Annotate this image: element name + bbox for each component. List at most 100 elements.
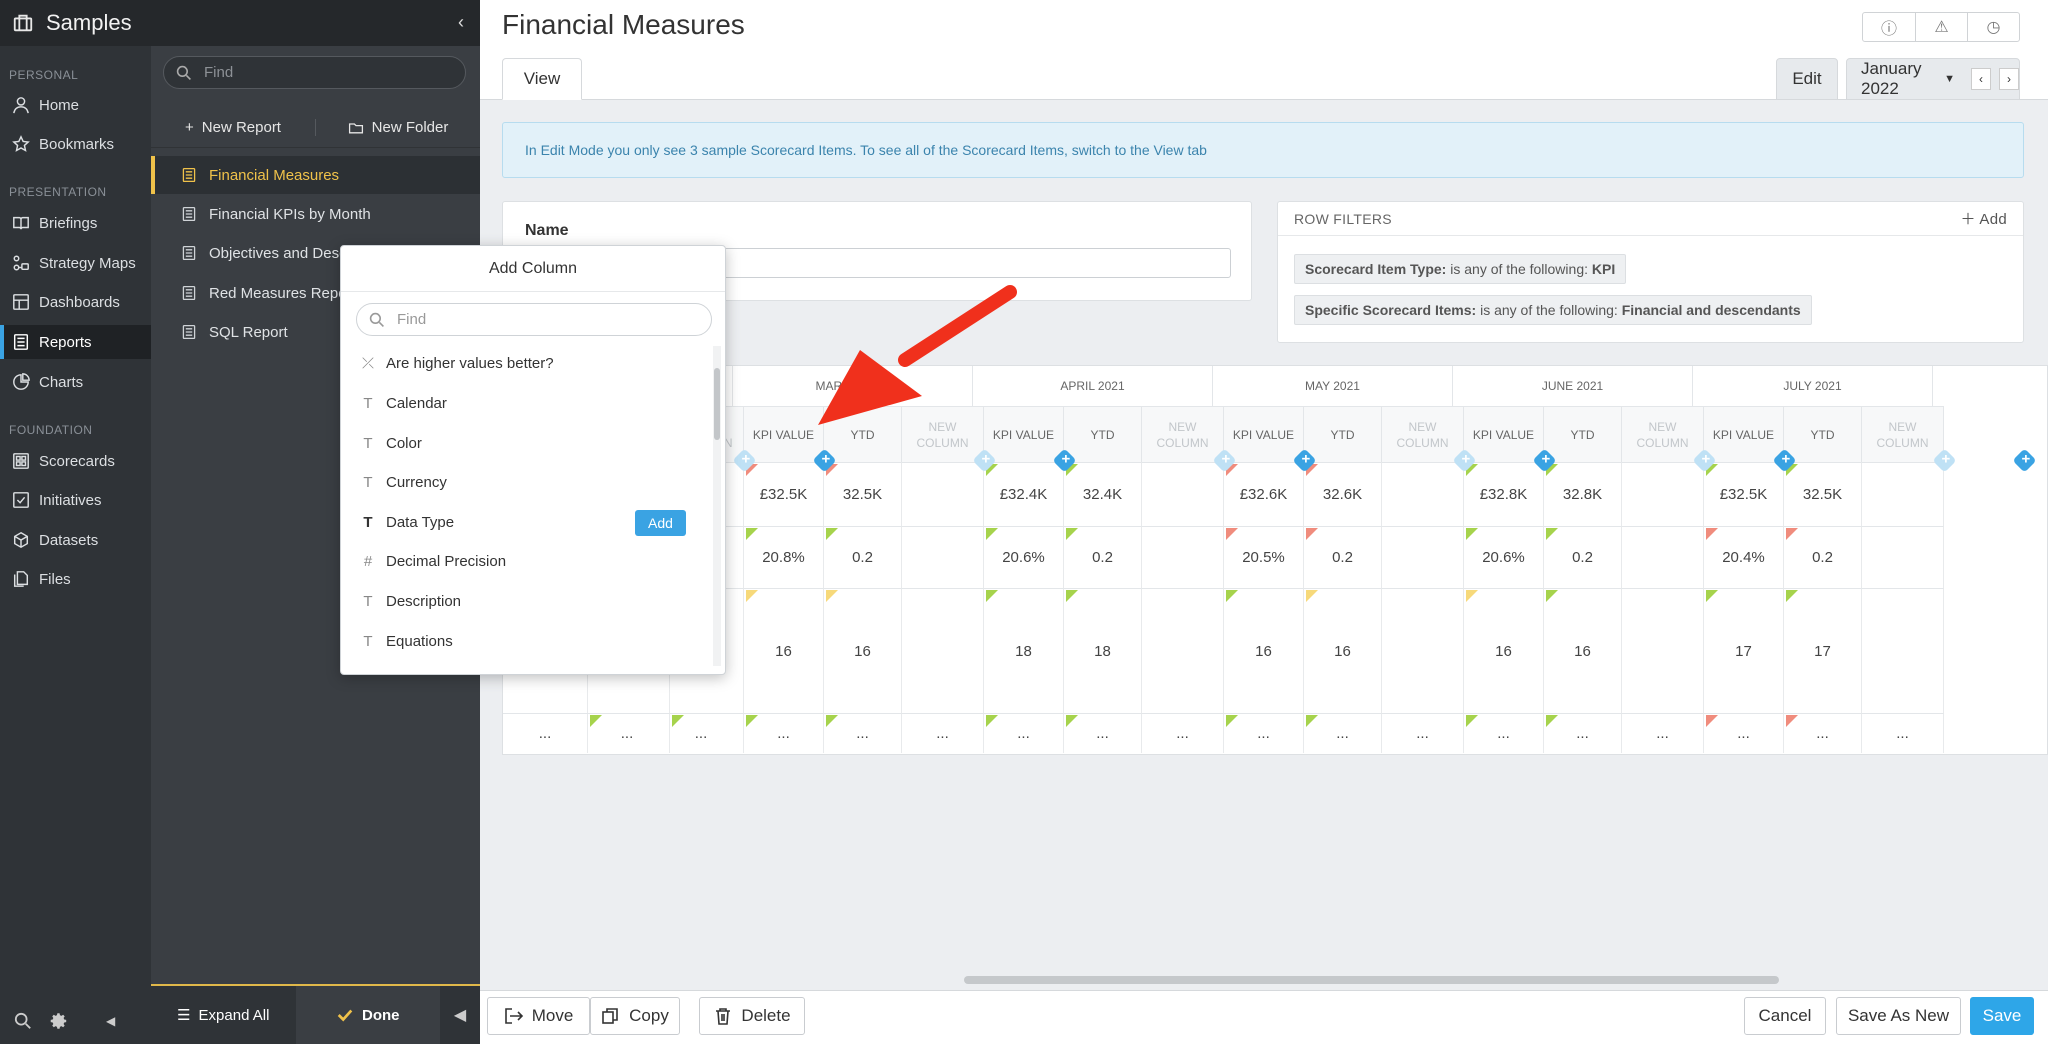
popup-item[interactable]: T Calendar bbox=[341, 383, 711, 423]
chevron-right-icon[interactable]: › bbox=[1999, 68, 2019, 90]
report-item-financial-measures[interactable]: Financial Measures bbox=[151, 156, 480, 194]
copy-button[interactable]: Copy bbox=[590, 997, 680, 1035]
table-cell[interactable]: ... bbox=[503, 713, 588, 753]
popup-item[interactable]: T Color bbox=[341, 423, 711, 463]
table-cell[interactable]: 17 bbox=[1784, 588, 1862, 713]
column-header-ytd[interactable]: YTD bbox=[1304, 406, 1382, 462]
collapse-nav-icon[interactable]: ◀ bbox=[106, 1014, 115, 1028]
table-cell[interactable]: ... bbox=[1622, 713, 1704, 753]
table-cell[interactable] bbox=[1142, 526, 1224, 588]
table-cell[interactable] bbox=[1142, 588, 1224, 713]
filter-chip-item-type[interactable]: Scorecard Item Type: is any of the follo… bbox=[1294, 254, 1627, 284]
gear-icon[interactable] bbox=[50, 1012, 68, 1030]
nav-item-files[interactable]: Files bbox=[0, 562, 151, 596]
add-field-button[interactable]: Add bbox=[635, 510, 686, 536]
delete-button[interactable]: Delete bbox=[699, 997, 805, 1035]
column-header-kpi-value[interactable]: KPI VALUE bbox=[1224, 406, 1304, 462]
clock-icon[interactable]: ◷ bbox=[1967, 13, 2019, 41]
popup-scroll-thumb[interactable] bbox=[714, 368, 720, 440]
table-cell[interactable]: 16 bbox=[824, 588, 902, 713]
table-cell[interactable] bbox=[1382, 462, 1464, 526]
table-cell[interactable]: 17 bbox=[1704, 588, 1784, 713]
nav-item-charts[interactable]: Charts bbox=[0, 365, 151, 399]
table-cell[interactable] bbox=[1622, 588, 1704, 713]
popup-item[interactable]: # Decimal Precision bbox=[341, 541, 711, 581]
column-header-kpi-value[interactable]: KPI VALUE bbox=[984, 406, 1064, 462]
warning-icon[interactable]: ⚠ bbox=[1915, 13, 1967, 41]
column-header-ytd[interactable]: YTD bbox=[1064, 406, 1142, 462]
workspace-name[interactable]: Samples bbox=[46, 10, 132, 36]
cancel-button[interactable]: Cancel bbox=[1744, 997, 1826, 1035]
add-filter-button[interactable]: ＋ Add bbox=[1960, 208, 2007, 229]
popup-item[interactable]: T Equations bbox=[341, 621, 711, 661]
table-cell[interactable] bbox=[902, 462, 984, 526]
column-header-kpi-value[interactable]: KPI VALUE bbox=[1464, 406, 1544, 462]
month-picker[interactable]: January 2022 ▼ ‹ › bbox=[1846, 58, 2020, 100]
nav-item-reports[interactable]: Reports bbox=[0, 325, 151, 359]
column-header-ytd[interactable]: YTD bbox=[1784, 406, 1862, 462]
panel-search-input[interactable]: Find bbox=[163, 56, 466, 89]
table-cell[interactable] bbox=[902, 526, 984, 588]
table-cell[interactable]: 18 bbox=[1064, 588, 1142, 713]
table-cell[interactable] bbox=[1862, 462, 1944, 526]
new-column-header[interactable]: NEW COLUMN bbox=[1142, 406, 1224, 462]
filter-chip-specific-items[interactable]: Specific Scorecard Items: is any of the … bbox=[1294, 295, 1812, 325]
nav-item-bookmarks[interactable]: Bookmarks bbox=[0, 127, 151, 161]
nav-item-home[interactable]: Home bbox=[0, 88, 151, 122]
collapse-panel-icon[interactable]: ◀ bbox=[440, 986, 480, 1044]
table-cell[interactable]: ... bbox=[1382, 713, 1464, 753]
expand-all-button[interactable]: ☰ Expand All bbox=[151, 986, 296, 1044]
info-icon[interactable]: ⓘ bbox=[1863, 13, 1915, 41]
table-cell[interactable] bbox=[1382, 526, 1464, 588]
chevron-left-icon[interactable]: ‹ bbox=[1971, 68, 1991, 90]
move-button[interactable]: Move bbox=[487, 997, 590, 1035]
table-cell[interactable]: ... bbox=[902, 713, 984, 753]
popup-item[interactable]: T Data Type Add bbox=[341, 502, 711, 542]
collapse-panel-icon[interactable]: ‹ bbox=[458, 12, 464, 33]
new-column-header[interactable]: NEW COLUMN bbox=[902, 406, 984, 462]
column-header-kpi-value[interactable]: KPI VALUE bbox=[744, 406, 824, 462]
table-cell[interactable]: 16 bbox=[1224, 588, 1304, 713]
new-column-header[interactable]: NEW COLUMN bbox=[1622, 406, 1704, 462]
table-cell[interactable] bbox=[1862, 526, 1944, 588]
nav-item-briefings[interactable]: Briefings bbox=[0, 206, 151, 240]
nav-item-initiatives[interactable]: Initiatives bbox=[0, 483, 151, 517]
popup-item[interactable]: T Currency bbox=[341, 462, 711, 502]
table-cell[interactable] bbox=[1622, 526, 1704, 588]
table-cell[interactable] bbox=[1382, 588, 1464, 713]
table-cell[interactable] bbox=[902, 588, 984, 713]
table-cell[interactable]: ... bbox=[1862, 713, 1944, 753]
column-header-ytd[interactable]: YTD bbox=[1544, 406, 1622, 462]
table-cell[interactable]: 16 bbox=[1304, 588, 1382, 713]
tab-edit[interactable]: Edit bbox=[1776, 58, 1838, 100]
horizontal-scrollbar[interactable] bbox=[964, 976, 1779, 984]
table-cell[interactable] bbox=[1142, 462, 1224, 526]
table-cell[interactable]: 16 bbox=[744, 588, 824, 713]
column-header-ytd[interactable]: YTD bbox=[824, 406, 902, 462]
save-as-new-button[interactable]: Save As New bbox=[1836, 997, 1961, 1035]
nav-item-dashboards[interactable]: Dashboards bbox=[0, 285, 151, 319]
popup-search-input[interactable]: Find bbox=[356, 303, 712, 336]
add-column-button[interactable] bbox=[2012, 448, 2037, 473]
tab-view[interactable]: View bbox=[502, 58, 582, 100]
new-folder-button[interactable]: New Folder bbox=[315, 119, 480, 136]
new-column-header[interactable]: NEW COLUMN bbox=[1862, 406, 1944, 462]
popup-item[interactable]: ⤫ Are higher values better? bbox=[341, 343, 711, 383]
nav-item-datasets[interactable]: Datasets bbox=[0, 523, 151, 557]
nav-item-scorecards[interactable]: Scorecards bbox=[0, 444, 151, 478]
popup-scrollbar[interactable] bbox=[713, 346, 721, 666]
popup-item[interactable]: T Description bbox=[341, 581, 711, 621]
done-button[interactable]: Done bbox=[295, 986, 440, 1044]
save-button[interactable]: Save bbox=[1970, 997, 2034, 1035]
new-column-header[interactable]: NEW COLUMN bbox=[1382, 406, 1464, 462]
search-icon[interactable] bbox=[14, 1012, 32, 1030]
new-report-button[interactable]: + New Report bbox=[151, 119, 315, 136]
table-cell[interactable] bbox=[1622, 462, 1704, 526]
report-item-financial-kpis-by-month[interactable]: Financial KPIs by Month bbox=[151, 195, 480, 233]
table-cell[interactable]: ... bbox=[1142, 713, 1224, 753]
table-cell[interactable]: 16 bbox=[1464, 588, 1544, 713]
table-cell[interactable]: 18 bbox=[984, 588, 1064, 713]
column-header-kpi-value[interactable]: KPI VALUE bbox=[1704, 406, 1784, 462]
table-cell[interactable] bbox=[1862, 588, 1944, 713]
table-cell[interactable]: 16 bbox=[1544, 588, 1622, 713]
